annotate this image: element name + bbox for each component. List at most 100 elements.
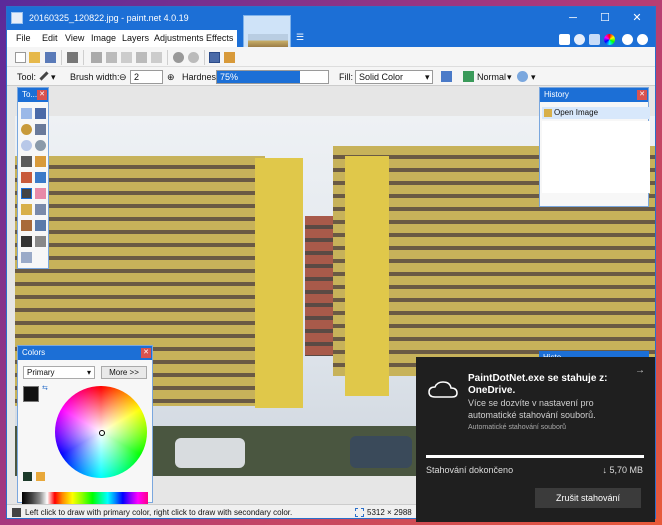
history-panel: History ✕ Open Image [539, 87, 650, 207]
blend-mode-dropdown-arrow[interactable]: ▾ [507, 72, 512, 83]
close-button[interactable]: ✕ [623, 7, 651, 29]
text-tool-icon[interactable] [21, 236, 32, 247]
ruler-toggle-icon[interactable] [224, 52, 235, 63]
more-colors-button[interactable]: More >> [101, 366, 147, 379]
tab-list-icon[interactable]: ☰ [296, 32, 304, 43]
history-window-icon[interactable] [574, 34, 585, 45]
image-size: 5312 × 2988 [367, 508, 412, 517]
window-title: 20160325_120822.jpg - paint.net 4.0.19 [29, 13, 189, 23]
open-folder-icon[interactable] [29, 52, 40, 63]
move-selected-pixels-icon[interactable] [35, 124, 46, 135]
toolbar-separator [83, 50, 84, 65]
toast-description: Více se dozvíte v nastavení pro automati… [468, 398, 596, 420]
photo-car-dark [350, 436, 412, 468]
menu-adjustments[interactable]: Adjustments [154, 33, 204, 43]
recolor-icon[interactable] [35, 220, 46, 231]
gradient-icon[interactable] [35, 172, 46, 183]
brush-width-label: Brush width: [70, 72, 120, 82]
fill-select[interactable]: Solid Color [355, 70, 433, 84]
alpha-dropdown-arrow[interactable]: ▾ [531, 72, 536, 83]
palette-icon[interactable] [23, 472, 32, 481]
color-picker-icon[interactable] [35, 204, 46, 215]
primary-color-swatch[interactable] [23, 386, 39, 402]
save-icon[interactable] [45, 52, 56, 63]
color-mode-select[interactable]: Primary ▾ [23, 366, 95, 379]
cut-icon[interactable] [91, 52, 102, 63]
menu-layers[interactable]: Layers [122, 33, 149, 43]
toast-title: PaintDotNet.exe se stahuje z: OneDrive. [468, 373, 608, 396]
blend-mode-icon[interactable] [463, 71, 474, 82]
menu-image[interactable]: Image [91, 33, 116, 43]
download-progress-bar [426, 455, 644, 458]
help-icon[interactable] [637, 34, 648, 45]
paintbrush-icon[interactable] [21, 188, 32, 199]
alpha-blending-icon[interactable] [517, 71, 528, 82]
line-curve-icon[interactable] [35, 236, 46, 247]
title-bar[interactable]: 20160325_120822.jpg - paint.net 4.0.19 ─… [7, 7, 655, 30]
settings-gear-icon[interactable] [622, 34, 633, 45]
lasso-select-icon[interactable] [21, 124, 32, 135]
onedrive-cloud-icon [428, 381, 458, 398]
status-hint: Left click to draw with primary color, r… [25, 508, 293, 517]
rectangle-select-icon[interactable] [21, 108, 32, 119]
tools-window-icon[interactable] [559, 34, 570, 45]
copy-icon[interactable] [106, 52, 117, 63]
tool-label: Tool: [17, 72, 37, 82]
antialiasing-icon[interactable] [441, 71, 452, 82]
blend-mode-select[interactable]: Normal [477, 72, 506, 82]
eraser-icon[interactable] [35, 188, 46, 199]
magic-wand-icon[interactable] [21, 156, 32, 167]
tool-dropdown-arrow[interactable]: ▾ [51, 72, 56, 83]
clone-stamp-icon[interactable] [21, 220, 32, 231]
palette-menu-icon[interactable] [36, 472, 45, 481]
new-image-icon[interactable] [15, 52, 26, 63]
print-icon[interactable] [67, 52, 78, 63]
ellipse-select-icon[interactable] [21, 140, 32, 151]
brush-width-decrease-icon[interactable]: ⊖ [119, 72, 127, 83]
history-item-label: Open Image [554, 108, 599, 117]
hardness-slider[interactable]: 75% [216, 70, 329, 84]
fill-dropdown-arrow[interactable]: ▾ [425, 72, 430, 83]
redo-icon[interactable] [188, 52, 199, 63]
history-panel-title[interactable]: History ✕ [540, 88, 648, 102]
brush-width-increase-icon[interactable]: ⊕ [167, 72, 175, 83]
shapes-icon[interactable] [21, 252, 32, 263]
hardness-value: 75% [220, 72, 239, 82]
brush-width-input[interactable]: 2 [130, 70, 163, 84]
paint-bucket-icon[interactable] [21, 172, 32, 183]
crop-to-selection-icon[interactable] [136, 52, 147, 63]
menu-file[interactable]: File [16, 33, 31, 43]
deselect-icon[interactable] [151, 52, 162, 63]
cancel-download-button[interactable]: Zrušit stahování [535, 488, 641, 508]
zoom-icon[interactable] [35, 140, 46, 151]
colors-window-icon[interactable] [604, 34, 615, 45]
move-selection-icon[interactable] [35, 108, 46, 119]
menu-edit[interactable]: Edit [42, 33, 58, 43]
open-image-icon [544, 109, 552, 117]
download-size: ↓ 5,70 MB [602, 465, 643, 475]
paintbrush-tool-icon[interactable] [39, 71, 49, 81]
photo-building-column [345, 156, 389, 396]
layers-window-icon[interactable] [589, 34, 600, 45]
menu-view[interactable]: View [65, 33, 84, 43]
tools-panel-close-button[interactable]: ✕ [37, 90, 47, 100]
swap-colors-icon[interactable]: ⇆ [42, 384, 48, 392]
tool-options-bar: Tool: ▾ Brush width: ⊖ 2 ⊕ Hardness: 75%… [7, 67, 655, 86]
undo-icon[interactable] [173, 52, 184, 63]
color-palette[interactable] [22, 492, 148, 504]
tools-panel-title[interactable]: To... ✕ [18, 88, 48, 102]
pencil-icon[interactable] [21, 204, 32, 215]
colors-panel-title[interactable]: Colors ✕ [18, 346, 152, 360]
history-item-open-image[interactable]: Open Image [542, 107, 650, 119]
colors-panel-close-button[interactable]: ✕ [141, 348, 151, 358]
grid-toggle-icon[interactable] [209, 52, 220, 63]
download-progress-fill [426, 455, 644, 458]
color-wheel-marker[interactable] [99, 430, 105, 436]
maximize-button[interactable]: ☐ [591, 7, 619, 29]
menu-effects[interactable]: Effects [206, 33, 233, 43]
pan-hand-icon[interactable] [35, 156, 46, 167]
history-panel-close-button[interactable]: ✕ [637, 90, 647, 100]
paste-icon[interactable] [121, 52, 132, 63]
minimize-button[interactable]: ─ [559, 7, 587, 29]
download-notification[interactable]: → PaintDotNet.exe se stahuje z: OneDrive… [416, 357, 655, 522]
